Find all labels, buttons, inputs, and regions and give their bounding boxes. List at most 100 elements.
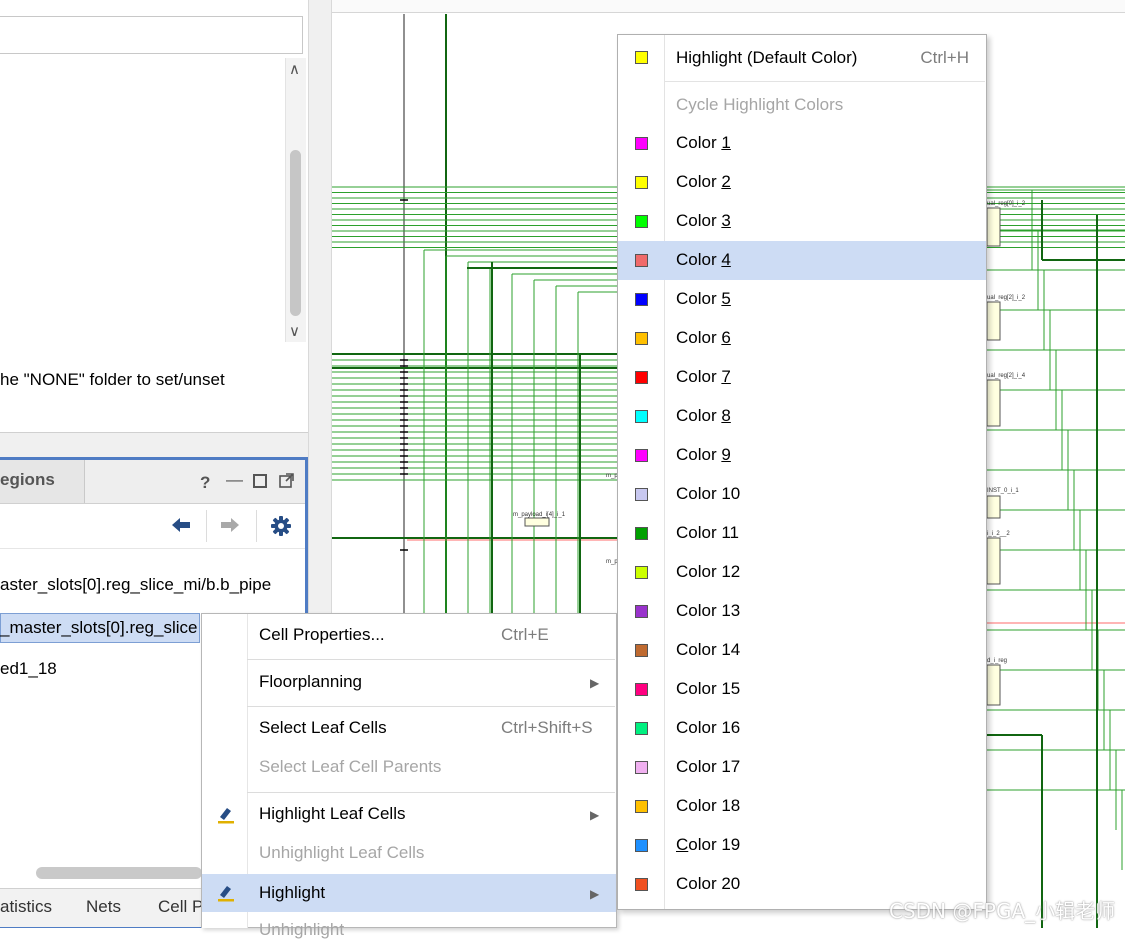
svg-text:i_i_2__2: i_i_2__2 [987, 531, 1010, 537]
menu-item-label: Color 6 [676, 328, 731, 347]
svg-text:m_payload_i[4]_i_1: m_payload_i[4]_i_1 [513, 512, 566, 518]
tree-row[interactable]: aster_slots[0].reg_slice_mi/b.b_pipe [0, 575, 271, 595]
menu-item-label: Color 15 [676, 679, 741, 698]
forward-arrow-icon[interactable] [219, 515, 241, 540]
menu-item-color-16[interactable]: Color 16 [618, 709, 986, 748]
svg-text:ual_reg[0]_i_2: ual_reg[0]_i_2 [987, 201, 1026, 207]
schematic-ruler [332, 0, 1125, 13]
color-swatch-icon [635, 761, 648, 774]
color-swatch-icon [635, 722, 648, 735]
menu-item-label: Color 4 [676, 250, 731, 269]
shortcut-select-leaf-cells: Ctrl+Shift+S [501, 718, 593, 737]
menu-separator [247, 706, 615, 707]
panel-divider[interactable] [0, 433, 330, 457]
menu-item-color-5[interactable]: Color 5 [618, 280, 986, 319]
menu-item-select-leaf-cells[interactable]: Select Leaf Cells [259, 718, 387, 738]
float-icon[interactable] [279, 473, 294, 493]
menu-item-label: Color 14 [676, 640, 741, 659]
color-swatch-icon [635, 176, 648, 189]
menu-item-label: Color 20 [676, 874, 741, 893]
menu-item-label: Color 3 [676, 211, 731, 230]
horizontal-scrollbar[interactable] [36, 867, 202, 879]
scroll-up-icon[interactable]: ∧ [289, 60, 300, 78]
svg-text:ual_reg[2]_i_4: ual_reg[2]_i_4 [987, 373, 1026, 379]
shortcut-cell-properties: Ctrl+E [501, 625, 549, 644]
svg-text:ual_reg[2]_i_2: ual_reg[2]_i_2 [987, 295, 1026, 301]
panel-toolbar [0, 504, 305, 549]
menu-item-color-6[interactable]: Color 6 [618, 319, 986, 358]
highlight-pen-icon [216, 805, 236, 825]
gear-icon[interactable] [270, 515, 292, 542]
menu-item-label: Color 16 [676, 718, 741, 737]
menu-item-label: Color 18 [676, 796, 741, 815]
svg-text:d_i_reg: d_i_reg [987, 658, 1007, 664]
menu-item-floorplanning[interactable]: Floorplanning [259, 672, 362, 692]
color-swatch-icon [635, 566, 648, 579]
tab-cell-properties[interactable]: Cell P [158, 897, 203, 917]
menu-separator [664, 81, 985, 82]
shortcut-highlight: Ctrl+H [920, 48, 969, 67]
color-swatch-icon [635, 293, 648, 306]
color-swatch-icon [635, 644, 648, 657]
menu-item-color-14[interactable]: Color 14 [618, 631, 986, 670]
color-swatch-icon [635, 488, 648, 501]
submenu-arrow-icon: ▶ [590, 676, 600, 690]
maximize-icon[interactable] [253, 473, 267, 493]
menu-item-color-8[interactable]: Color 8 [618, 397, 986, 436]
color-swatch-icon [635, 51, 648, 64]
scroll-thumb[interactable] [290, 150, 301, 316]
menu-item-color-3[interactable]: Color 3 [618, 202, 986, 241]
properties-list[interactable] [0, 58, 284, 342]
menu-item-color-7[interactable]: Color 7 [618, 358, 986, 397]
color-swatch-icon [635, 605, 648, 618]
color-swatch-icon [635, 254, 648, 267]
color-swatch-icon [635, 410, 648, 423]
menu-item-color-15[interactable]: Color 15 [618, 670, 986, 709]
color-swatch-icon [635, 527, 648, 540]
menu-item-color-19[interactable]: Color 19 [618, 826, 986, 865]
tree-row[interactable]: ed1_18 [0, 659, 57, 679]
minimize-icon[interactable]: — [226, 470, 243, 490]
back-arrow-icon[interactable] [170, 515, 192, 540]
scroll-down-icon[interactable]: ∨ [289, 322, 300, 340]
menu-item-color-10[interactable]: Color 10 [618, 475, 986, 514]
color-swatch-icon [635, 137, 648, 150]
menu-separator [247, 792, 615, 793]
color-swatch-icon [635, 800, 648, 813]
menu-item-label: Color 13 [676, 601, 741, 620]
color-swatch-icon [635, 371, 648, 384]
menu-item-color-13[interactable]: Color 13 [618, 592, 986, 631]
menu-item-color-4[interactable]: Color 4 [618, 241, 986, 280]
menu-item-color-2[interactable]: Color 2 [618, 163, 986, 202]
tab-statistics[interactable]: atistics [0, 897, 52, 917]
menu-item-color-17[interactable]: Color 17 [618, 748, 986, 787]
toolbar-separator [256, 510, 257, 542]
menu-item-cell-properties[interactable]: Cell Properties... [259, 625, 385, 645]
menu-separator [247, 659, 615, 660]
help-icon[interactable]: ? [200, 473, 210, 493]
menu-item-label: Color 19 [676, 835, 741, 854]
menu-item-highlight-leaf-cells[interactable]: Highlight Leaf Cells [259, 804, 405, 824]
menu-item-highlight-default-color[interactable]: Highlight (Default Color) Ctrl+H [618, 38, 986, 77]
menu-item-color-9[interactable]: Color 9 [618, 436, 986, 475]
menu-item-highlight[interactable]: Highlight [259, 883, 325, 903]
menu-item-label: Color 7 [676, 367, 731, 386]
menu-item-label: Color 10 [676, 484, 741, 503]
menu-item-label: Color 5 [676, 289, 731, 308]
menu-item-label: Color 9 [676, 445, 731, 464]
tab-nets[interactable]: Nets [86, 897, 121, 917]
color-swatch-icon [635, 215, 648, 228]
color-swatch-icon [635, 449, 648, 462]
search-input[interactable] [0, 16, 303, 54]
color-swatch-icon [635, 878, 648, 891]
submenu-arrow-icon: ▶ [590, 808, 600, 822]
vertical-scrollbar[interactable]: ∧ ∨ [285, 58, 306, 342]
menu-item-color-11[interactable]: Color 11 [618, 514, 986, 553]
menu-item-label: Color 17 [676, 757, 741, 776]
menu-item-color-1[interactable]: Color 1 [618, 124, 986, 163]
menu-item-color-12[interactable]: Color 12 [618, 553, 986, 592]
color-swatch-icon [635, 839, 648, 852]
menu-item-label: Cycle Highlight Colors [676, 95, 844, 114]
menu-item-color-18[interactable]: Color 18 [618, 787, 986, 826]
tree-row-selected-label: _master_slots[0].reg_slice [0, 618, 198, 637]
